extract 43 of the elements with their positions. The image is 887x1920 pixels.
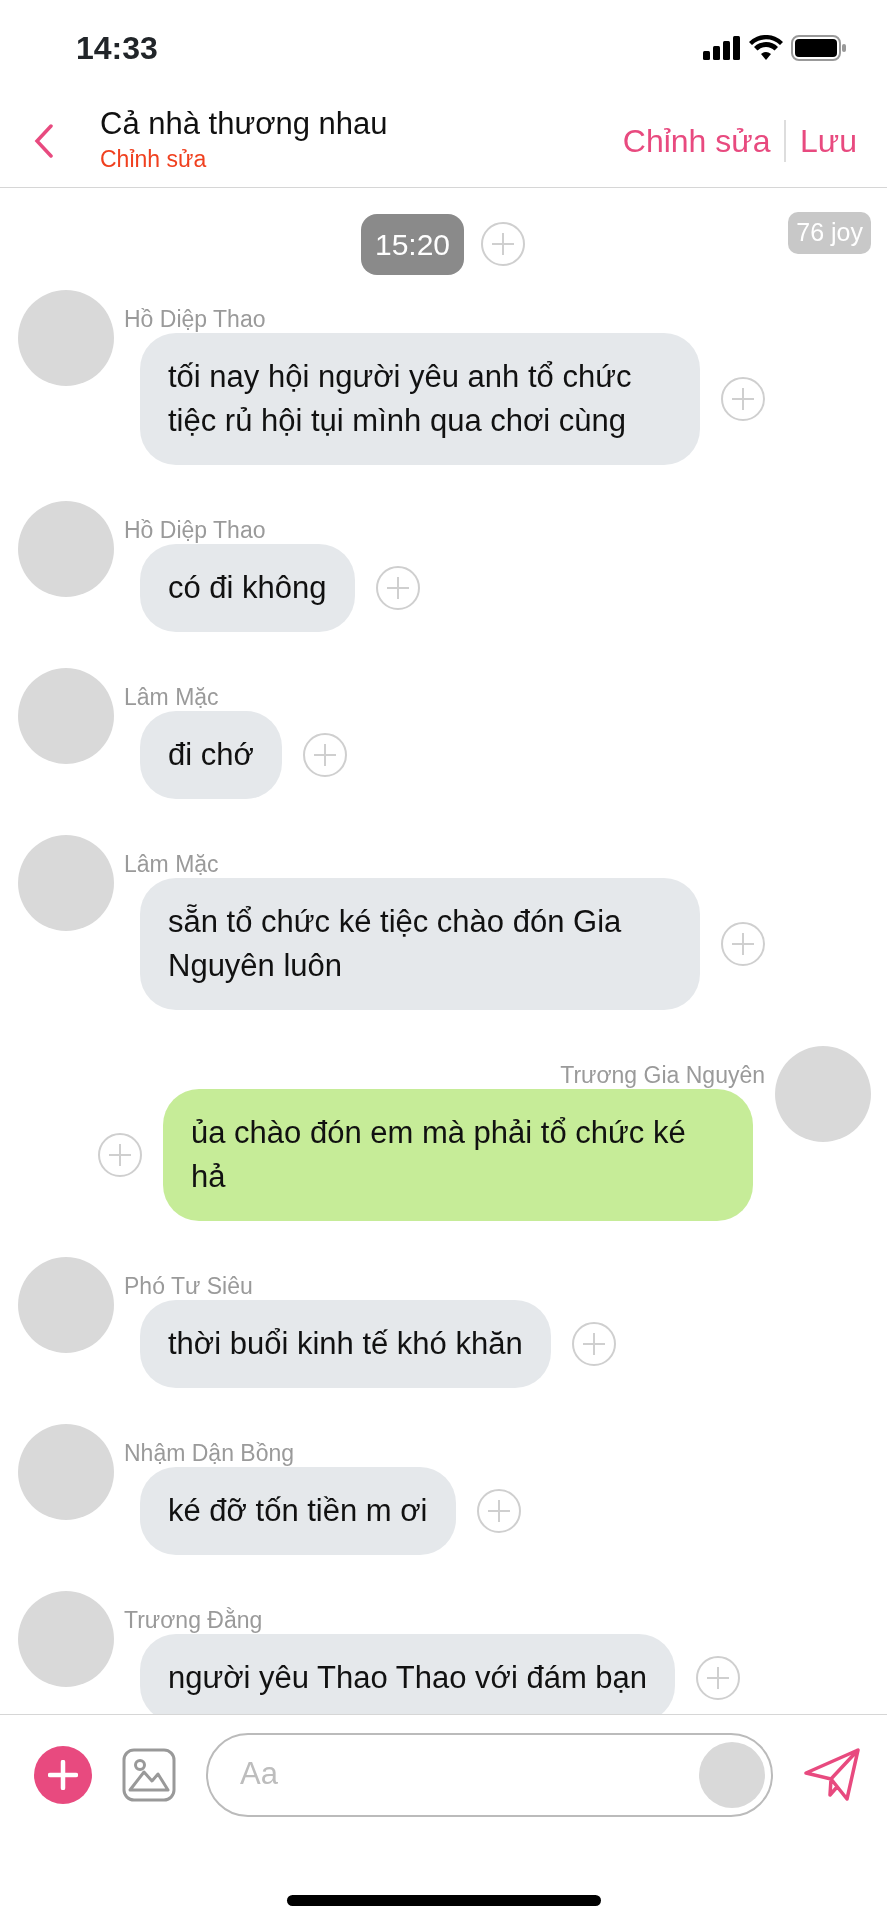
add-reaction-icon[interactable] [570, 1321, 617, 1367]
sender-name: Lâm Mặc [124, 684, 220, 711]
add-reaction-icon[interactable] [374, 565, 421, 611]
message-bubble: đi chớ [140, 711, 282, 799]
battery-icon [791, 34, 847, 61]
sender-name: Lâm Mặc [124, 851, 220, 878]
sender-name: Hồ Diệp Thao [124, 517, 267, 544]
add-reaction-icon[interactable] [695, 1655, 742, 1701]
header-action[interactable]: Lưu [786, 117, 871, 165]
message-bubble: người yêu Thao Thao với đám bạn [140, 1634, 676, 1714]
home-indicator[interactable] [286, 1895, 601, 1906]
add-reaction-icon[interactable] [301, 732, 348, 778]
add-reaction-icon[interactable] [480, 221, 527, 267]
header-action[interactable]: Chỉnh sửa [608, 117, 785, 165]
add-reaction-icon[interactable] [720, 921, 766, 967]
send-icon[interactable] [803, 1746, 861, 1803]
chat-title: Cả nhà thương nhau [100, 105, 388, 143]
message-bubble: sẵn tổ chức ké tiệc chào đón Gia Nguyên luôn [140, 878, 700, 1010]
message-field[interactable]: Aa [206, 1732, 773, 1817]
message-bubble: ủa chào đón em mà phải tổ chức ké hả [163, 1089, 753, 1221]
wifi-icon [749, 35, 783, 60]
back-icon[interactable] [34, 124, 54, 158]
message-bubble: có đi không [140, 544, 355, 632]
status-time: 14:33 [76, 28, 158, 68]
sender-name: Trương Đằng [124, 1607, 264, 1634]
sender-name: Nhậm Dận Bồng [124, 1440, 296, 1467]
add-reaction-icon[interactable] [720, 376, 766, 422]
message-bubble: ké đỡ tốn tiền m ơi [140, 1467, 456, 1555]
add-reaction-icon[interactable] [97, 1132, 143, 1178]
add-reaction-icon[interactable] [475, 1488, 522, 1534]
sender-name: Phó Tư Siêu [124, 1273, 254, 1300]
message-input[interactable]: Aa [238, 1750, 699, 1799]
chat-subtitle[interactable]: Chỉnh sửa [100, 142, 388, 177]
avatar[interactable] [699, 1741, 765, 1808]
signal-icon [703, 35, 741, 60]
add-button[interactable] [34, 1745, 92, 1804]
plus-icon [48, 1759, 78, 1790]
sender-name: Hồ Diệp Thao [124, 306, 267, 333]
image-icon[interactable] [122, 1747, 176, 1802]
message-bubble: thời buổi kinh tế khó khăn [140, 1300, 551, 1388]
time-chip: 15:20 [360, 213, 465, 275]
message-bubble: tối nay hội người yêu anh tổ chức tiệc rủ hội tụi mình qua chơi cùng [140, 333, 700, 465]
sender-name: Trương Gia Nguyên [560, 1062, 765, 1089]
